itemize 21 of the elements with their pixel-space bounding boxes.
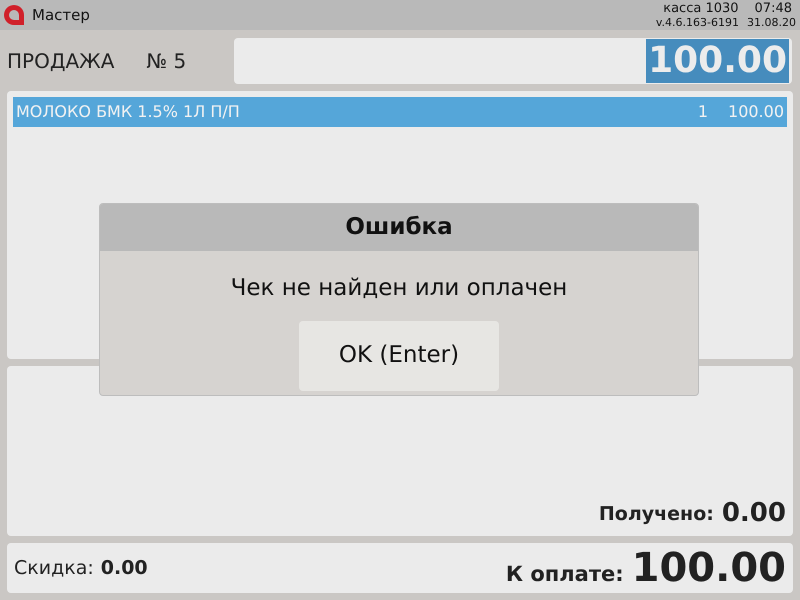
item-quantity: 1	[698, 101, 708, 123]
version-label: v.4.6.163-6191	[656, 16, 740, 29]
received-label: Получено:	[598, 502, 714, 526]
clock-time: 07:48	[754, 1, 792, 16]
item-name: МОЛОКО БМК 1.5% 1Л П/П	[16, 101, 241, 123]
dialog-message: Чек не найден или оплачен	[230, 274, 568, 303]
app-name: Мастер	[32, 4, 90, 26]
amount-due-label: К оплате:	[506, 561, 624, 588]
item-price: 100.00	[728, 101, 784, 123]
amount-due: 100.00	[632, 545, 786, 591]
logo-icon	[4, 5, 24, 25]
register-label: касса 1030	[663, 1, 739, 16]
sale-title: ПРОДАЖА	[7, 48, 114, 75]
receipt-number: № 5	[146, 48, 186, 75]
total-amount: 100.00	[646, 39, 789, 83]
dialog-title: Ошибка	[345, 213, 453, 242]
received-amount: 0.00	[722, 498, 786, 528]
ok-button[interactable]: OK (Enter)	[299, 320, 499, 390]
discount-amount: 0.00	[100, 556, 148, 581]
date-label: 31.08.20	[747, 16, 796, 29]
discount-label: Скидка:	[14, 556, 94, 581]
